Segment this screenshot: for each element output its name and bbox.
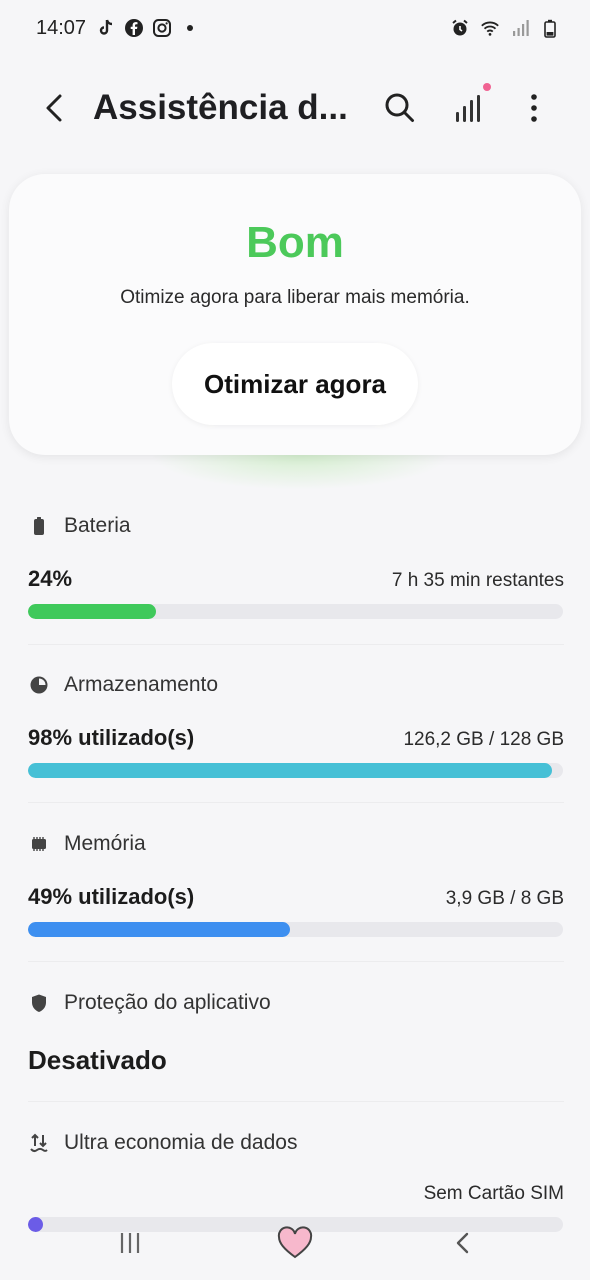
wifi-icon — [481, 21, 499, 36]
battery-detail: 7 h 35 min restantes — [391, 570, 564, 591]
device-status-description: Otimize agora para liberar mais memória. — [120, 287, 470, 308]
app-protection-value: Desativado — [28, 1045, 167, 1075]
app-bar: Assistência d... — [0, 70, 590, 146]
storage-value: 98% utilizado(s) — [28, 725, 195, 750]
memory-bar-fill — [28, 922, 291, 937]
navigation-bar — [0, 1218, 590, 1270]
search-icon[interactable] — [378, 86, 422, 130]
ultra-data-saving-label: Ultra economia de dados — [64, 1131, 298, 1154]
alarm-icon — [452, 19, 468, 36]
memory-detail: 3,9 GB / 8 GB — [445, 888, 564, 909]
battery-label: Bateria — [64, 514, 131, 537]
tiktok-icon — [99, 19, 113, 35]
optimize-now-button[interactable]: Otimizar agora — [172, 343, 418, 425]
divider — [28, 644, 564, 645]
storage-detail: 126,2 GB / 128 GB — [403, 729, 564, 750]
notification-dot — [483, 83, 491, 91]
storage-bar-fill — [28, 763, 553, 778]
page-title: Assistência d... — [93, 88, 348, 127]
home-heart-icon[interactable] — [276, 1226, 314, 1260]
divider — [28, 1101, 564, 1102]
divider — [28, 802, 564, 803]
storage-label: Armazenamento — [64, 673, 219, 696]
divider — [28, 961, 564, 962]
signal-bars-icon[interactable] — [446, 86, 490, 130]
status-left-icons — [96, 18, 200, 38]
memory-bar — [28, 922, 563, 937]
memory-section[interactable]: Memória 49% utilizado(s) 3,9 GB / 8 GB — [28, 830, 564, 937]
memory-value: 49% utilizado(s) — [28, 884, 195, 909]
signal-icon — [513, 20, 529, 36]
battery-bar-fill — [28, 604, 157, 619]
app-protection-section[interactable]: Proteção do aplicativo Desativado — [28, 989, 564, 1076]
storage-pie-icon — [30, 676, 48, 694]
battery-section[interactable]: Bateria 24% 7 h 35 min restantes — [28, 512, 564, 619]
battery-value: 24% — [28, 566, 73, 591]
status-bar: 14:07 — [0, 0, 590, 58]
battery-bar — [28, 604, 563, 619]
app-protection-label: Proteção do aplicativo — [64, 991, 271, 1014]
memory-chip-icon — [32, 837, 46, 851]
storage-section[interactable]: Armazenamento 98% utilizado(s) 126,2 GB … — [28, 671, 564, 778]
back-icon[interactable] — [36, 88, 76, 128]
data-saving-icon — [30, 1133, 48, 1153]
battery-icon — [544, 19, 556, 38]
device-status-word: Bom — [246, 218, 344, 267]
storage-bar — [28, 763, 563, 778]
memory-label: Memória — [64, 832, 146, 855]
sim-status: Sem Cartão SIM — [423, 1183, 564, 1204]
status-right-icons — [450, 18, 560, 38]
device-status-card: Bom Otimize agora para liberar mais memó… — [9, 174, 581, 455]
back-nav-icon[interactable] — [450, 1230, 476, 1256]
battery-section-icon — [34, 517, 44, 535]
shield-icon — [32, 994, 46, 1012]
ultra-data-saving-section[interactable]: Ultra economia de dados Sem Cartão SIM — [28, 1129, 564, 1232]
facebook-icon — [125, 19, 143, 37]
status-time: 14:07 — [36, 17, 87, 39]
dot-icon — [187, 25, 193, 31]
recent-apps-icon[interactable] — [118, 1230, 144, 1256]
instagram-icon — [153, 19, 171, 37]
more-icon[interactable] — [512, 86, 556, 130]
